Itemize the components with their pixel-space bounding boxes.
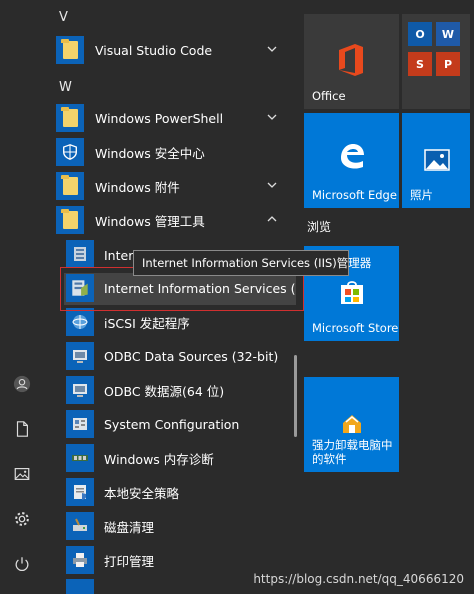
edge-icon (341, 144, 364, 169)
tile-photos[interactable]: 照片 (402, 113, 470, 208)
subitem-label: 本地安全策略 (104, 485, 180, 501)
power-button[interactable] (8, 550, 36, 578)
store-icon (341, 281, 363, 304)
tile-uninstall-software[interactable]: 强力卸载电脑中 的软件 (304, 377, 399, 472)
subitem-odbc-32[interactable]: ODBC Data Sources (32-bit) (66, 341, 296, 371)
subitem-label: 磁盘清理 (104, 519, 155, 535)
tile-label: 强力卸载电脑中 的软件 (312, 438, 393, 466)
picture-icon (14, 468, 30, 480)
powerpoint-icon: P (436, 52, 460, 76)
subitem-memory-diagnostic[interactable]: Windows 内存诊断 (66, 443, 296, 473)
tile-label: Microsoft Store (312, 321, 399, 335)
watermark: https://blog.csdn.net/qq_40666120 (253, 572, 464, 586)
tile-microsoft-edge[interactable]: Microsoft Edge (304, 113, 399, 208)
iis-icon (66, 240, 94, 268)
tile-office-apps-folder[interactable]: O W S P (402, 14, 470, 109)
tile-label-line1: 强力卸载电脑中 (312, 438, 393, 452)
iscsi-icon (66, 308, 94, 336)
user-account-button[interactable] (8, 370, 36, 398)
documents-button[interactable] (8, 415, 36, 443)
settings-button[interactable] (8, 505, 36, 533)
subitem-label: System Configuration (104, 416, 240, 432)
word-icon: W (436, 22, 460, 46)
subitem-iscsi-initiator[interactable]: iSCSI 发起程序 (66, 307, 296, 337)
pictures-button[interactable] (8, 460, 36, 488)
tile-label: Microsoft Edge (312, 188, 397, 202)
document-icon (16, 421, 28, 437)
subitem-label: ODBC 数据源(64 位) (104, 383, 225, 399)
subitem-label: Windows 内存诊断 (104, 451, 214, 467)
database-icon (66, 342, 94, 370)
subitem-label: 打印管理 (104, 553, 155, 569)
uninstall-icon (343, 415, 361, 433)
subitem-local-security-policy[interactable]: 本地安全策略 (66, 477, 296, 507)
tile-office[interactable]: Office (304, 14, 399, 109)
subitem-label: ODBC Data Sources (32-bit) (104, 348, 279, 364)
disk-cleanup-icon (66, 512, 94, 540)
subitem-odbc-64[interactable]: ODBC 数据源(64 位) (66, 375, 296, 405)
tile-label: Office (312, 89, 346, 103)
subitem-disk-cleanup[interactable]: 磁盘清理 (66, 511, 296, 541)
power-icon (15, 557, 29, 571)
outlook-icon: O (408, 22, 432, 46)
memory-chip-icon (66, 444, 94, 472)
subitem-system-configuration[interactable]: System Configuration (66, 409, 296, 439)
tile-label-line2: 的软件 (312, 452, 347, 466)
user-icon (13, 375, 31, 393)
tile-label: 照片 (410, 188, 433, 202)
gear-icon (15, 512, 29, 526)
database-icon (66, 376, 94, 404)
app-icon (66, 579, 94, 594)
scrollbar[interactable] (294, 355, 297, 437)
subitem-label: iSCSI 发起程序 (104, 315, 190, 331)
left-rail (0, 0, 44, 594)
office-icon (339, 44, 363, 76)
skype-icon: S (408, 52, 432, 76)
tile-group-title-browse[interactable]: 浏览 (307, 218, 331, 235)
security-policy-icon (66, 478, 94, 506)
printer-icon (66, 546, 94, 574)
subitem-print-management[interactable]: 打印管理 (66, 545, 296, 575)
system-config-icon (66, 410, 94, 438)
photos-icon (424, 149, 450, 171)
tooltip: Internet Information Services (IIS)管理器 (133, 250, 371, 276)
